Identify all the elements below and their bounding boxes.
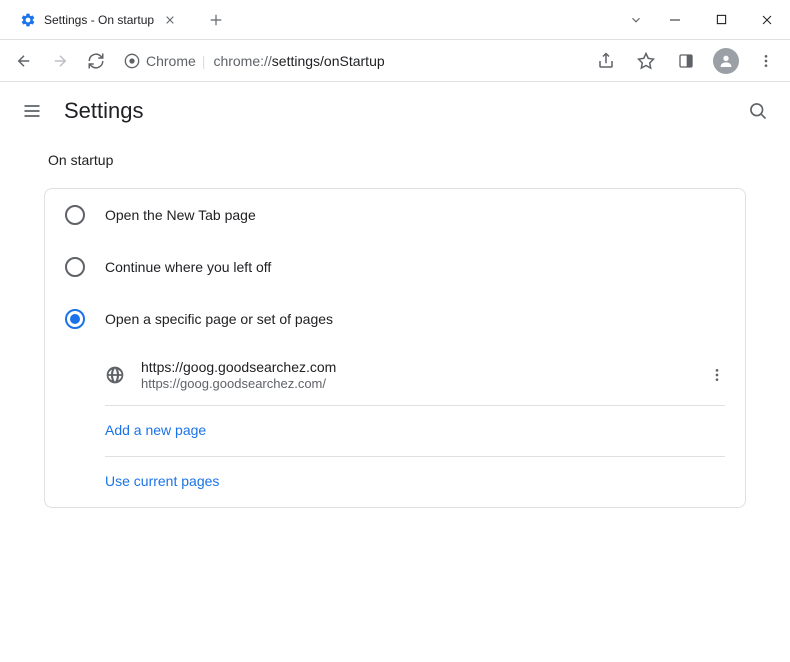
bookmark-star-icon[interactable] xyxy=(630,45,662,77)
close-icon[interactable] xyxy=(162,12,178,28)
page-content: Settings On startup Open the New Tab pag… xyxy=(0,82,790,528)
browser-tab[interactable]: Settings - On startup xyxy=(8,2,190,38)
menu-icon[interactable] xyxy=(20,99,44,123)
globe-icon xyxy=(105,365,125,385)
tab-title: Settings - On startup xyxy=(44,13,154,27)
site-info-chip[interactable]: Chrome | xyxy=(124,53,205,69)
page-name: https://goog.goodsearchez.com xyxy=(141,359,689,375)
site-label: Chrome xyxy=(146,53,196,69)
more-actions-button[interactable] xyxy=(705,363,729,387)
close-window-button[interactable] xyxy=(744,0,790,40)
startup-pages-section: https://goog.goodsearchez.com https://go… xyxy=(45,345,745,507)
window-titlebar: Settings - On startup xyxy=(0,0,790,40)
share-icon[interactable] xyxy=(590,45,622,77)
back-button[interactable] xyxy=(8,45,40,77)
reload-button[interactable] xyxy=(80,45,112,77)
startup-card: Open the New Tab page Continue where you… xyxy=(44,188,746,508)
gear-icon xyxy=(20,12,36,28)
page-info: https://goog.goodsearchez.com https://go… xyxy=(141,359,689,391)
radio-label: Open a specific page or set of pages xyxy=(105,311,333,327)
page-url: https://goog.goodsearchez.com/ xyxy=(141,376,689,391)
browser-toolbar: Chrome | chrome://settings/onStartup xyxy=(0,40,790,82)
radio-icon xyxy=(65,257,85,277)
settings-header: Settings xyxy=(0,82,790,140)
add-page-row[interactable]: Add a new page xyxy=(105,406,725,457)
forward-button[interactable] xyxy=(44,45,76,77)
startup-page-entry: https://goog.goodsearchez.com https://go… xyxy=(105,345,725,406)
use-current-link[interactable]: Use current pages xyxy=(105,473,219,489)
search-icon[interactable] xyxy=(746,99,770,123)
profile-avatar[interactable] xyxy=(710,45,742,77)
use-current-row[interactable]: Use current pages xyxy=(105,457,725,507)
url-text: chrome://settings/onStartup xyxy=(213,53,384,69)
side-panel-icon[interactable] xyxy=(670,45,702,77)
startup-section: On startup Open the New Tab page Continu… xyxy=(0,140,790,528)
chevron-down-icon[interactable] xyxy=(620,0,652,40)
radio-icon xyxy=(65,309,85,329)
minimize-button[interactable] xyxy=(652,0,698,40)
radio-option-newtab[interactable]: Open the New Tab page xyxy=(45,189,745,241)
radio-option-specific[interactable]: Open a specific page or set of pages xyxy=(45,293,745,345)
radio-label: Open the New Tab page xyxy=(105,207,256,223)
section-title: On startup xyxy=(48,152,746,168)
radio-option-continue[interactable]: Continue where you left off xyxy=(45,241,745,293)
new-tab-button[interactable] xyxy=(202,6,230,34)
address-bar[interactable]: Chrome | chrome://settings/onStartup xyxy=(124,45,578,77)
add-page-link[interactable]: Add a new page xyxy=(105,422,206,438)
menu-dots-icon[interactable] xyxy=(750,45,782,77)
radio-label: Continue where you left off xyxy=(105,259,271,275)
page-title: Settings xyxy=(64,98,726,124)
radio-icon xyxy=(65,205,85,225)
maximize-button[interactable] xyxy=(698,0,744,40)
